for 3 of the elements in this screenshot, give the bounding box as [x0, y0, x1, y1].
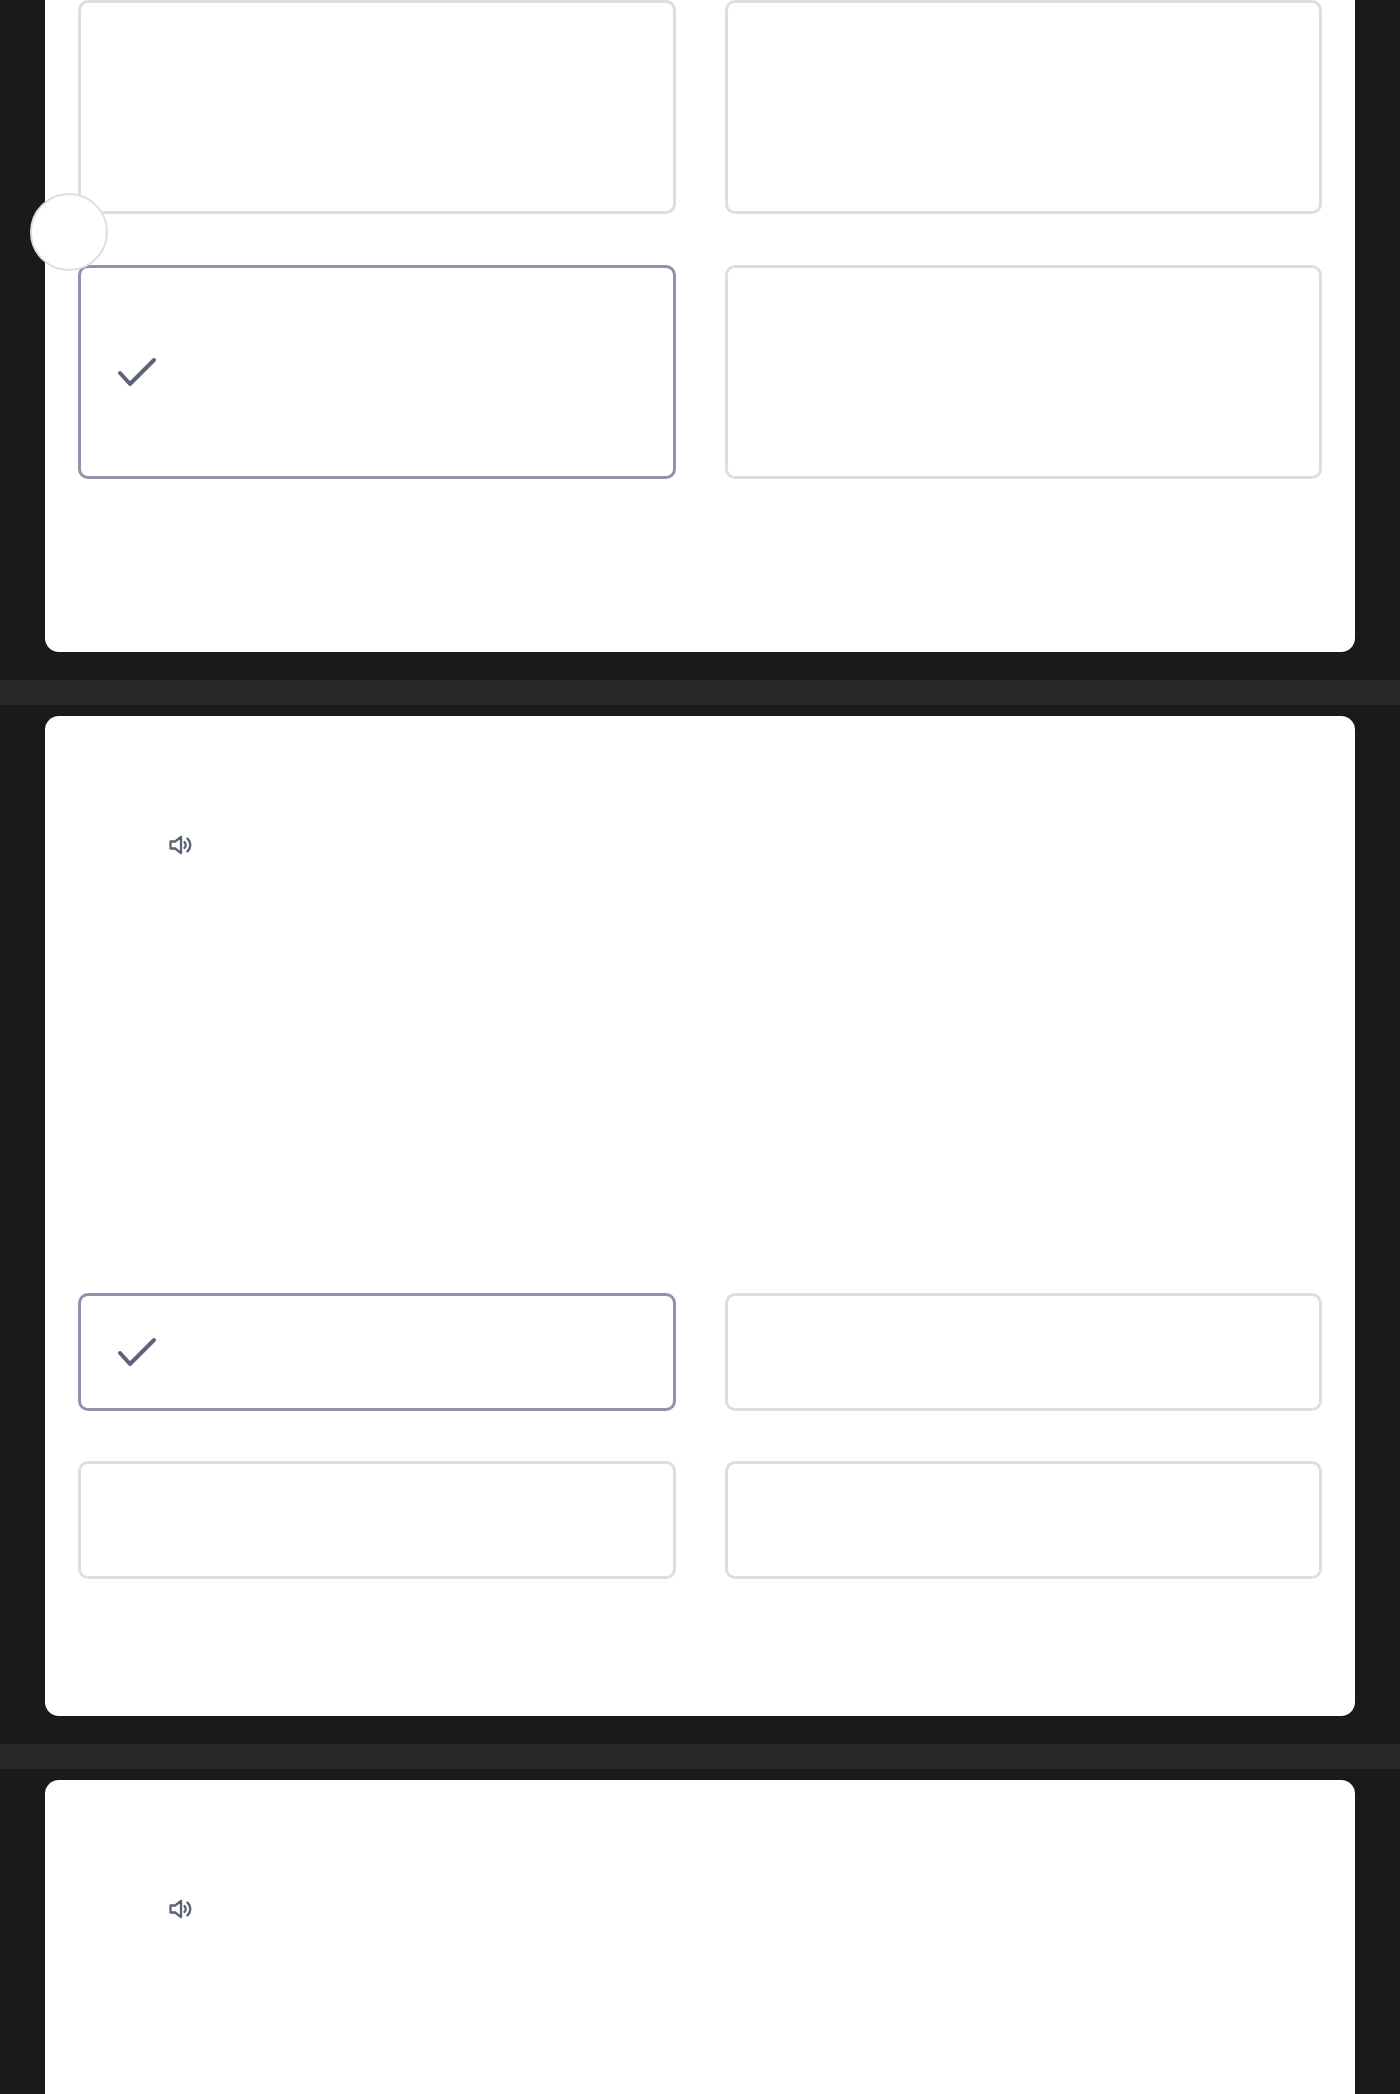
check-icon: [117, 1336, 157, 1368]
answer-option[interactable]: [78, 1293, 676, 1411]
check-icon: [117, 356, 157, 388]
